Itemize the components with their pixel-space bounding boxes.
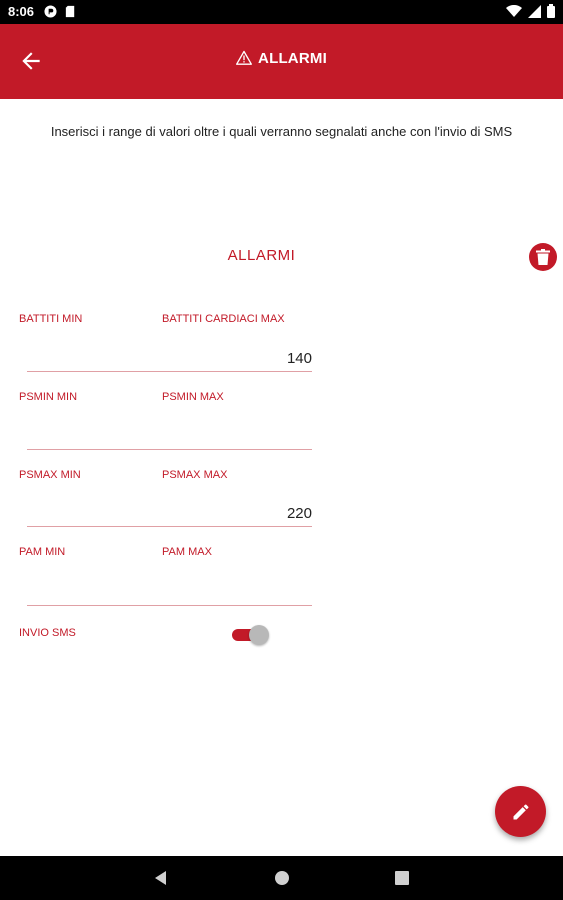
- trash-icon: [536, 249, 550, 265]
- pam-min-input[interactable]: [27, 580, 170, 605]
- nav-home-icon[interactable]: [272, 868, 292, 888]
- status-bar: 8:06: [0, 0, 563, 24]
- psmax-max-label: PSMAX MAX: [162, 469, 228, 481]
- signal-icon: [528, 4, 541, 18]
- psmin-min-input[interactable]: [27, 424, 170, 449]
- battiti-max-input[interactable]: [169, 346, 312, 371]
- wifi-icon: [506, 4, 522, 17]
- intro-text: Inserisci i range di valori oltre i qual…: [50, 124, 513, 139]
- psmin-min-field[interactable]: [27, 424, 170, 450]
- section-title: ALLARMI: [227, 247, 296, 264]
- pam-min-field[interactable]: [27, 580, 170, 606]
- delete-button[interactable]: [529, 243, 557, 271]
- psmin-max-label: PSMIN MAX: [162, 391, 224, 403]
- system-nav-bar: [0, 856, 563, 900]
- page-title-wrap: ALLARMI: [0, 50, 563, 67]
- status-time: 8:06: [8, 4, 35, 19]
- page-title: ALLARMI: [258, 50, 327, 67]
- warning-icon: [236, 50, 253, 65]
- battiti-min-field[interactable]: [27, 346, 170, 372]
- sms-label: INVIO SMS: [19, 627, 76, 639]
- psmax-min-label: PSMAX MIN: [19, 469, 81, 481]
- pam-max-input[interactable]: [169, 580, 312, 605]
- edit-button[interactable]: [495, 786, 546, 837]
- psmin-min-label: PSMIN MIN: [19, 391, 78, 403]
- nav-recents-icon[interactable]: [392, 868, 412, 888]
- battiti-max-field[interactable]: [169, 346, 312, 372]
- pam-max-field[interactable]: [169, 580, 312, 606]
- battery-icon: [547, 4, 555, 18]
- psmin-max-field[interactable]: [169, 424, 312, 450]
- sms-toggle[interactable]: [232, 625, 269, 645]
- toggle-knob: [249, 625, 269, 645]
- app-bar: ALLARMI: [0, 24, 563, 99]
- psmax-min-field[interactable]: [27, 501, 170, 527]
- psmin-max-input[interactable]: [169, 424, 312, 449]
- sd-card-icon: [65, 5, 75, 18]
- pam-min-label: PAM MIN: [19, 546, 66, 558]
- psmax-min-input[interactable]: [27, 501, 170, 526]
- notification-icon: [44, 5, 57, 18]
- pencil-icon: [513, 803, 528, 819]
- psmax-max-field[interactable]: [169, 501, 312, 527]
- battiti-min-input[interactable]: [27, 346, 170, 371]
- pam-max-label: PAM MAX: [162, 546, 212, 558]
- battiti-max-label: BATTITI CARDIACI MAX: [162, 313, 285, 325]
- battiti-min-label: BATTITI MIN: [19, 313, 83, 325]
- nav-back-icon[interactable]: [151, 868, 171, 888]
- psmax-max-input[interactable]: [169, 501, 312, 526]
